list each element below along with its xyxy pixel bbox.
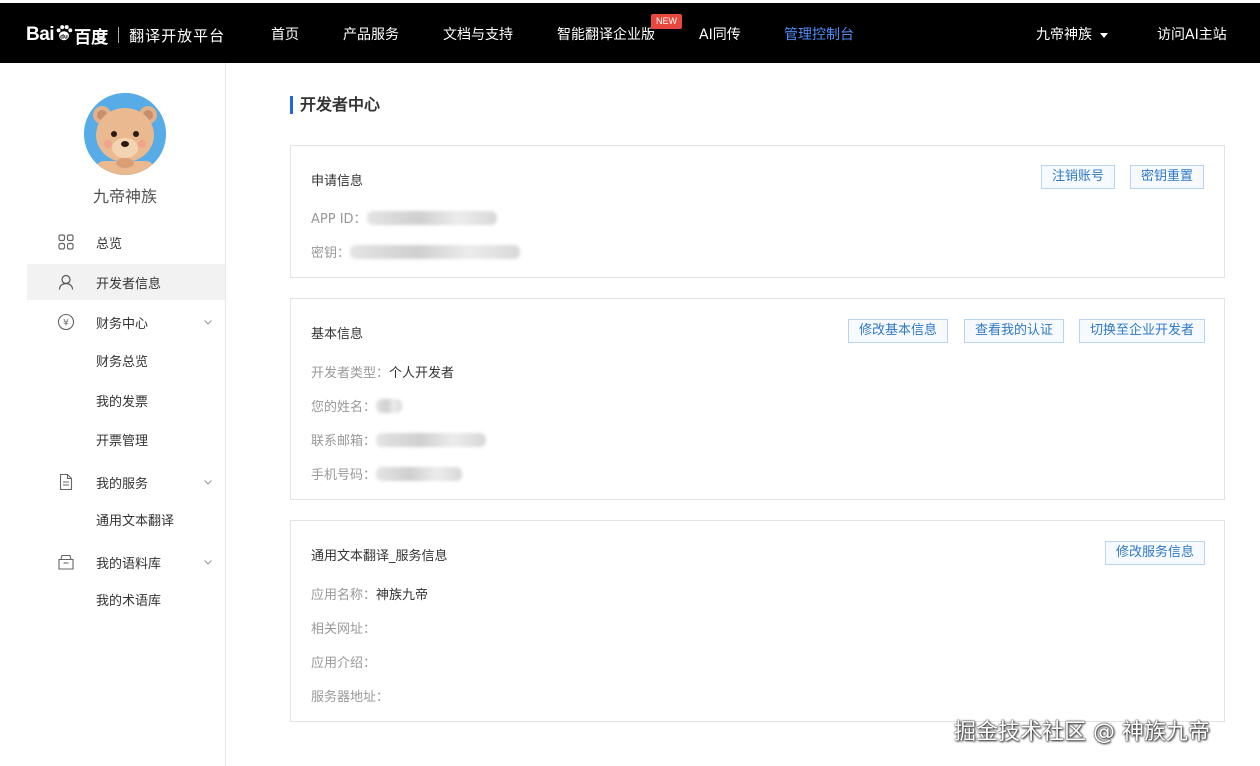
email-label: 联系邮箱：: [311, 434, 377, 449]
box-icon: [56, 552, 76, 572]
sidebar-subitem-my-termbase[interactable]: 我的术语库: [96, 584, 161, 620]
sidebar-item-label: 我的服务: [96, 476, 149, 492]
sidebar-item-developer-info[interactable]: 开发者信息: [27, 264, 225, 300]
baidu-logo[interactable]: Bai du 百度 翻译开放平台: [26, 15, 225, 55]
platform-name: 翻译开放平台: [129, 26, 226, 45]
related-url-label: 相关网址：: [311, 622, 377, 637]
secret-key-row: 密钥：: [311, 242, 521, 261]
name-row: 您的姓名：: [311, 396, 403, 415]
nav-ai-interpretation[interactable]: AI同传: [699, 15, 741, 55]
nav-console[interactable]: 管理控制台: [784, 15, 854, 55]
service-info-card: 通用文本翻译_服务信息 修改服务信息 应用名称： 神族九帝 相关网址： 应用介绍…: [290, 520, 1225, 722]
nav-home[interactable]: 首页: [271, 15, 299, 55]
app-name-row: 应用名称： 神族九帝: [311, 584, 428, 603]
app-intro-row: 应用介绍：: [311, 652, 376, 671]
server-address-label: 服务器地址：: [311, 690, 390, 705]
new-badge: NEW: [651, 14, 682, 29]
developer-type-value: 个人开发者: [389, 366, 455, 381]
watermark: 掘金技术社区 @ 神族九帝: [954, 720, 1210, 745]
user-menu[interactable]: 九帝神族: [1036, 15, 1108, 55]
bear-avatar-icon: [84, 93, 166, 175]
svg-text:du: du: [60, 33, 68, 40]
sidebar-item-label: 财务中心: [96, 316, 149, 332]
server-address-row: 服务器地址：: [311, 686, 389, 705]
sidebar-item-label: 总览: [96, 236, 123, 252]
chevron-down-icon: [204, 560, 212, 565]
logo-text-bai: Bai: [26, 24, 55, 45]
related-url-row: 相关网址：: [311, 618, 376, 637]
app-name-label: 应用名称：: [311, 588, 377, 603]
switch-to-enterprise-button[interactable]: 切换至企业开发者: [1079, 319, 1206, 343]
basic-info-card: 基本信息 修改基本信息 查看我的认证 切换至企业开发者 开发者类型： 个人开发者…: [290, 298, 1225, 500]
sidebar-item-overview[interactable]: 总览: [27, 224, 225, 260]
email-row: 联系邮箱：: [311, 430, 487, 449]
grid-icon: [56, 232, 76, 252]
sidebar-item-label: 开发者信息: [96, 276, 162, 292]
app-id-label: APP ID：: [311, 212, 367, 227]
sidebar-item-my-services[interactable]: 我的服务: [27, 464, 225, 500]
phone-value-redacted: [376, 466, 463, 481]
card-title: 申请信息: [311, 174, 364, 189]
avatar[interactable]: [84, 93, 166, 175]
svg-text:¥: ¥: [63, 319, 69, 329]
nav-docs[interactable]: 文档与支持: [443, 15, 513, 55]
top-navbar: Bai du 百度 翻译开放平台 首页 产品服务 文档与支持 智能翻译企业版 N…: [0, 0, 1260, 63]
app-name-value: 神族九帝: [376, 588, 429, 603]
view-certification-button[interactable]: 查看我的认证: [964, 319, 1065, 343]
chevron-down-icon: [204, 320, 212, 325]
phone-row: 手机号码：: [311, 464, 463, 483]
reset-key-button[interactable]: 密钥重置: [1130, 165, 1205, 189]
secret-key-label: 密钥：: [311, 246, 351, 261]
app-id-row: APP ID：: [311, 208, 497, 227]
developer-type-row: 开发者类型： 个人开发者: [311, 362, 454, 381]
name-label: 您的姓名：: [311, 400, 377, 415]
paw-icon: du: [56, 25, 73, 40]
yen-icon: ¥: [56, 312, 76, 332]
sidebar-subitem-my-invoices[interactable]: 我的发票: [96, 385, 148, 421]
nav-products[interactable]: 产品服务: [343, 15, 399, 55]
sidebar: 九帝神族 总览 开发者信息 ¥ 财务中心 财务总览 我的发票 开票管理 我的服务…: [0, 63, 226, 766]
deregister-account-button[interactable]: 注销账号: [1041, 165, 1116, 189]
chevron-down-icon: [204, 480, 212, 485]
user-menu-name: 九帝神族: [1036, 27, 1092, 43]
developer-type-label: 开发者类型：: [311, 366, 390, 381]
secret-key-value-redacted: [350, 244, 521, 259]
sidebar-item-finance-center[interactable]: ¥ 财务中心: [27, 304, 225, 340]
page-title: 开发者中心: [290, 96, 380, 114]
application-info-card: 申请信息 注销账号 密钥重置 APP ID： 密钥：: [290, 145, 1225, 278]
card-title: 通用文本翻译_服务信息: [311, 549, 448, 564]
sidebar-subitem-text-translation[interactable]: 通用文本翻译: [96, 504, 174, 540]
sidebar-subitem-invoice-management[interactable]: 开票管理: [96, 424, 148, 460]
sidebar-item-label: 我的语料库: [96, 556, 162, 572]
card-title: 基本信息: [311, 327, 364, 342]
email-value-redacted: [376, 432, 487, 447]
sidebar-subitem-finance-overview[interactable]: 财务总览: [96, 345, 148, 381]
logo-text-baidu: 百度: [74, 27, 109, 48]
phone-label: 手机号码：: [311, 468, 377, 483]
sidebar-username: 九帝神族: [92, 187, 157, 206]
edit-basic-info-button[interactable]: 修改基本信息: [848, 319, 949, 343]
logo-divider: [118, 27, 120, 43]
user-icon: [56, 272, 76, 292]
app-id-value-redacted: [366, 210, 497, 225]
nav-enterprise[interactable]: 智能翻译企业版: [557, 15, 655, 55]
caret-down-icon: [1100, 32, 1108, 38]
name-value-redacted: [376, 398, 403, 413]
visit-ai-site-link[interactable]: 访问AI主站: [1157, 15, 1227, 55]
document-icon: [56, 472, 76, 492]
app-intro-label: 应用介绍：: [311, 656, 377, 671]
edit-service-info-button[interactable]: 修改服务信息: [1105, 541, 1206, 565]
sidebar-item-my-corpus[interactable]: 我的语料库: [27, 544, 225, 580]
